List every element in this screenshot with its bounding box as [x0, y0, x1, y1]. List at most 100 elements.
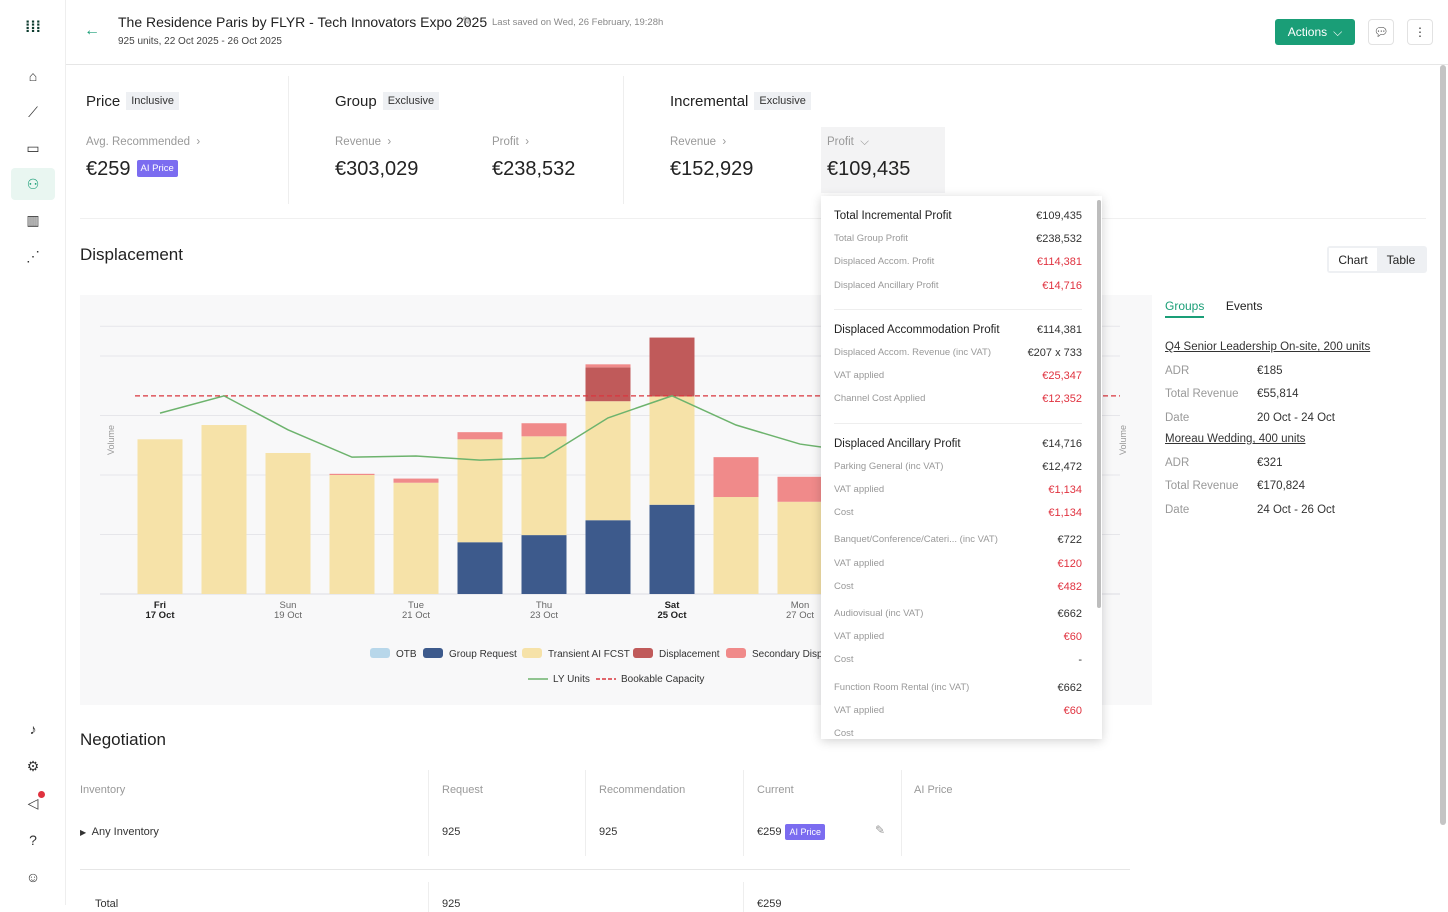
bar-transient-ai-fcst [393, 482, 439, 594]
row-label: Total Group Profit [834, 233, 908, 245]
row-value: €238,532 [1036, 233, 1082, 246]
gear-icon[interactable]: ⚙ [11, 750, 55, 782]
recommendation-value: 925 [599, 826, 618, 838]
incremental-revenue-link[interactable]: Revenue › [670, 136, 726, 148]
row-value: - [1078, 654, 1082, 667]
row-value: €12,352 [1042, 393, 1082, 406]
back-arrow-icon[interactable]: ← [84, 22, 100, 40]
bar-displacement [649, 337, 695, 397]
group-link[interactable]: Moreau Wedding, 400 units [1165, 429, 1370, 451]
help-icon[interactable]: ? [11, 824, 55, 856]
displacement-title: Displacement [80, 245, 183, 264]
incremental-profit-card[interactable]: Profit ⌵ €109,435 [821, 127, 945, 193]
popover-row: Displaced Ancillary Profit €14,716 [834, 280, 1082, 292]
bar-secondary-displacement [713, 457, 759, 498]
scatter-chart-icon[interactable]: ⋰ [11, 240, 55, 272]
legend-label: LY Units [553, 674, 590, 685]
incremental-kpi: Incremental Exclusive [670, 92, 811, 111]
total-label: Total [95, 898, 119, 910]
actions-button[interactable]: Actions ⌵ [1275, 19, 1355, 45]
group-revenue-link[interactable]: Revenue › [335, 136, 391, 148]
bar-transient-ai-fcst [649, 396, 695, 505]
legend-swatch [522, 648, 542, 658]
popover-row: Cost - [834, 654, 1082, 666]
bar-group-request [521, 535, 567, 594]
divider [623, 76, 624, 204]
legend-swatch [633, 648, 653, 658]
legend-label: Group Request [449, 649, 517, 660]
page-scrollbar[interactable] [1440, 65, 1446, 825]
row-value: €14,716 [1042, 279, 1082, 292]
row-label: Cost [834, 507, 854, 519]
more-options-button[interactable]: ⋮ [1407, 19, 1433, 45]
row-label: Function Room Rental (inc VAT) [834, 681, 970, 693]
row-value: €662 [1057, 681, 1082, 694]
caret-right-icon: ▶ [80, 828, 87, 837]
comments-button[interactable]: 💬︎ [1368, 19, 1394, 45]
row-value: €109,435 [1036, 210, 1082, 222]
group-link[interactable]: Q4 Senior Leadership On-site, 200 units [1165, 337, 1370, 359]
edit-icon[interactable]: ✎ [875, 823, 885, 837]
incremental-profit-value: €109,435 [827, 158, 911, 180]
user-icon[interactable]: ☺ [11, 861, 55, 893]
y-axis-label: Volume [106, 425, 116, 455]
row-label: Displaced Ancillary Profit [834, 437, 961, 450]
home-icon[interactable]: ⌂ [11, 60, 55, 92]
kpi-tag: Exclusive [382, 92, 440, 110]
column-header: Current [757, 784, 794, 796]
popover-row: Cost [834, 728, 1082, 739]
group-kpi: Group Exclusive [335, 92, 440, 111]
row-label: Channel Cost Applied [834, 393, 926, 405]
row-value: €14,716 [1042, 437, 1082, 450]
logo-icon[interactable]: ⁞⁞⁞ [11, 12, 55, 44]
megaphone-icon[interactable]: ◁ [11, 787, 55, 819]
bar-secondary-displacement [585, 364, 631, 368]
popover-row: Displaced Accom. Revenue (inc VAT) €207 x… [834, 347, 1082, 359]
bar-chart-icon[interactable]: ▥ [11, 204, 55, 236]
notification-dot [38, 791, 45, 798]
group-profit-link[interactable]: Profit › [492, 136, 529, 148]
row-value: €114,381 [1036, 323, 1082, 336]
kpi-tag: Exclusive [754, 92, 811, 110]
row-label: Displaced Accom. Revenue (inc VAT) [834, 347, 991, 358]
trend-chart-icon[interactable]: ⟋ [11, 96, 55, 128]
inventory-row-toggle[interactable]: ▶ Any Inventory [80, 826, 159, 838]
edit-icon[interactable]: ✎ [462, 14, 472, 28]
popover-row: Channel Cost Applied €12,352 [834, 393, 1082, 405]
popover-row: Total Group Profit €238,532 [834, 233, 1082, 245]
right-panel: Groups Events [1165, 297, 1263, 318]
actions-label: Actions [1287, 25, 1328, 39]
row-label: VAT applied [834, 704, 885, 716]
avg-recommended-link[interactable]: Avg. Recommended › [86, 136, 200, 148]
tab-events[interactable]: Events [1226, 299, 1263, 313]
bar-secondary-displacement [393, 478, 439, 483]
bar-secondary-displacement [777, 476, 823, 502]
row-label: Banquet/Conference/Cateri... (inc VAT) [834, 534, 998, 546]
row-label: VAT applied [834, 557, 885, 569]
row-value: €60 [1063, 631, 1082, 644]
x-tick-label: 23 Oct [530, 610, 558, 621]
row-value: €120 [1057, 557, 1082, 570]
row-value: €662 [1057, 608, 1082, 620]
tab-groups[interactable]: Groups [1165, 299, 1205, 318]
chat-icon: 💬︎ [1373, 25, 1389, 39]
bar-transient-ai-fcst [713, 497, 759, 594]
bell-icon[interactable]: ♪ [11, 713, 55, 745]
calendar-icon[interactable]: ▭ [11, 132, 55, 164]
chart-view-button[interactable]: Chart [1329, 248, 1377, 271]
table-view-button[interactable]: Table [1377, 248, 1425, 271]
popover-scrollbar[interactable] [1097, 200, 1101, 608]
x-tick-label: 27 Oct [786, 610, 814, 621]
kpi-tag: Inclusive [126, 92, 179, 110]
bar-secondary-displacement [521, 423, 567, 437]
popover-row: Audiovisual (inc VAT) €662 [834, 608, 1082, 620]
current-value: €259 AI Price [757, 824, 825, 840]
row-label: Displaced Ancillary Profit [834, 279, 939, 291]
column-header: Recommendation [599, 784, 686, 796]
popover-row: Parking General (inc VAT) €12,472 [834, 461, 1082, 473]
kpi-title: Group [335, 93, 377, 110]
avg-recommended-value: €259 AI Price [86, 158, 178, 181]
groups-icon[interactable]: ⚇ [11, 168, 55, 200]
row-label: Audiovisual (inc VAT) [834, 608, 924, 619]
row-label: Parking General (inc VAT) [834, 460, 944, 472]
